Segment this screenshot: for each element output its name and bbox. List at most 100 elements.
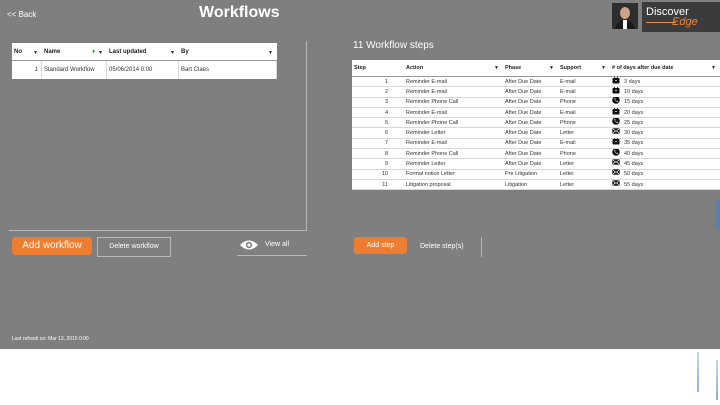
cell-phase: After Due Date	[505, 150, 542, 157]
cell-step: 3	[384, 99, 388, 106]
column-header-phase[interactable]: Phase ▼	[503, 65, 558, 71]
column-header-by[interactable]: By ▼	[179, 49, 277, 56]
column-header-label: No	[14, 48, 22, 55]
column-header-label: Last updated	[109, 48, 147, 55]
cell-support: E-mail	[560, 109, 576, 116]
cell-action: Reminder Phone Call	[406, 119, 459, 126]
cell-support: E-mail	[560, 78, 576, 85]
column-header-label: Step	[354, 65, 366, 71]
cell-phase: Pre Litigation	[505, 171, 538, 178]
table-row[interactable]: 5 Reminder Phone Call After Due Date Phone 2…	[352, 117, 720, 129]
sort-down-icon[interactable]: ▼	[33, 50, 38, 56]
last-refresh-text: Last refresh on: Mar 13, 2015 0:00	[12, 336, 89, 342]
envelope-icon	[612, 159, 620, 169]
table-row[interactable]: 1 Reminder E-mail After Due Date E-mail 3 da…	[352, 76, 720, 88]
column-header-support[interactable]: Support ▼	[558, 65, 610, 71]
cell-phase: After Due Date	[505, 88, 542, 95]
cell-phase: Litigation	[505, 181, 528, 188]
phone-icon	[612, 148, 620, 159]
add-workflow-button[interactable]: Add workflow	[12, 237, 92, 255]
delete-steps-button[interactable]: Delete step(s)	[414, 237, 482, 257]
cell-phase: After Due Date	[505, 161, 542, 168]
view-all-label: View all	[265, 241, 289, 248]
briefcase-icon	[612, 86, 620, 97]
table-row[interactable]: 9 Reminder Letter After Due Date Letter 45 d…	[352, 159, 720, 170]
envelope-icon	[612, 179, 620, 190]
column-header-days[interactable]: # of days after due date ▼	[610, 65, 720, 71]
delete-workflow-button[interactable]: Delete workflow	[97, 237, 171, 257]
column-header-action[interactable]: Action ▼	[404, 65, 503, 71]
cell-days: 20 days	[624, 109, 644, 116]
table-row[interactable]: 7 Reminder E-mail After Due Date E-mail 35 d…	[352, 138, 720, 150]
workflow-steps-table: Step Action ▼ Phase ▼ Support ▼ # of day…	[352, 60, 720, 190]
table-row[interactable]: 2 Reminder E-mail After Due Date E-mail 10 d…	[352, 86, 720, 98]
cell-days: 45 days	[624, 161, 644, 168]
cell-phase: After Due Date	[505, 99, 542, 106]
table-row[interactable]: 8 Reminder Phone Call After Due Date Phone 4…	[352, 148, 720, 160]
back-button[interactable]: << Back	[7, 10, 36, 19]
sort-down-icon[interactable]: ▼	[494, 65, 499, 71]
table-row[interactable]: 3 Reminder Phone Call After Due Date Phone 1…	[352, 97, 720, 108]
envelope-icon	[612, 169, 620, 179]
cell-step: 10	[381, 171, 388, 178]
cell-phase: After Due Date	[505, 140, 542, 147]
column-header-label: Name	[44, 48, 61, 55]
cell-support-icon	[610, 76, 622, 87]
cell-phase: After Due Date	[505, 119, 542, 126]
column-header-last-updated[interactable]: Last updated ▼	[107, 48, 179, 56]
cell-action: Reminder E-mail	[406, 140, 447, 147]
envelope-icon	[612, 128, 620, 138]
cell-support-icon	[610, 128, 622, 138]
cell-support: Phone	[560, 99, 576, 106]
table-row[interactable]: 4 Reminder E-mail After Due Date E-mail 20 d…	[352, 107, 720, 119]
column-header-no[interactable]: No ▼	[12, 48, 42, 56]
sort-down-icon[interactable]: ▼	[711, 65, 716, 71]
sort-down-icon[interactable]: ▼	[98, 50, 103, 56]
table-row[interactable]: 10 Formal notice Letter Pre Litigation Lett…	[352, 169, 720, 180]
column-header-step[interactable]: Step	[352, 65, 404, 71]
sort-down-icon[interactable]: ▼	[170, 50, 175, 56]
add-step-button[interactable]: Add step	[354, 237, 407, 254]
sort-down-icon[interactable]: ▼	[549, 65, 554, 71]
cell-action: Reminder E-mail	[406, 78, 447, 85]
cell-action: Reminder Letter	[406, 130, 446, 137]
cell-last-updated: 05/06/2014 0:00	[107, 61, 179, 79]
column-header-label: # of days after due date	[612, 65, 674, 71]
sort-down-icon[interactable]: ▼	[268, 50, 273, 56]
filter-icon[interactable]: ♦	[92, 49, 95, 55]
discover-edge-logo: Discover Edge	[642, 2, 720, 32]
cell-action: Reminder E-mail	[406, 109, 447, 116]
scrollbar-handle[interactable]	[716, 200, 720, 230]
table-row[interactable]: 6 Reminder Letter After Due Date Letter 30 d…	[352, 128, 720, 139]
cell-phase: After Due Date	[505, 130, 542, 137]
cell-days: 15 days	[624, 99, 644, 106]
avatar-shirt	[623, 20, 627, 29]
column-header-name[interactable]: Name ♦ ▼	[42, 48, 107, 56]
cell-support-icon	[610, 169, 622, 179]
decorative-bar	[716, 360, 718, 400]
workflow-steps-title: 11 Workflow steps	[353, 40, 434, 51]
cell-days: 30 days	[624, 130, 644, 137]
cell-action: Reminder Letter	[406, 161, 446, 168]
cell-phase: After Due Date	[505, 78, 542, 85]
cell-support-icon	[610, 107, 622, 118]
cell-step: 8	[384, 150, 388, 157]
briefcase-icon	[612, 76, 620, 87]
cell-step: 5	[384, 119, 388, 126]
table-row[interactable]: 1 Standard Workflow 05/06/2014 0:00 Bart…	[12, 61, 277, 79]
table-row[interactable]: 11 Litigation proposal Litigation Letter 55 …	[352, 179, 720, 190]
column-header-label: Support	[560, 65, 582, 71]
cell-days: 10 days	[624, 88, 644, 95]
cell-by: Bart Claes	[179, 61, 277, 79]
cell-step: 1	[384, 78, 388, 85]
cell-action: Reminder E-mail	[406, 88, 447, 95]
cell-support: Letter	[560, 130, 575, 137]
steps-table-body: 1 Reminder E-mail After Due Date E-mail 3 da…	[352, 76, 720, 190]
view-all-button[interactable]: View all	[237, 236, 307, 256]
cell-days: 3 days	[624, 78, 641, 85]
sort-down-icon[interactable]: ▼	[601, 65, 606, 71]
cell-support: E-mail	[560, 140, 576, 147]
workflows-table: No ▼ Name ♦ ▼ Last updated ▼ By ▼ 1 Stan…	[12, 43, 277, 79]
user-avatar[interactable]	[612, 3, 638, 29]
cell-action: Reminder Phone Call	[406, 150, 459, 157]
